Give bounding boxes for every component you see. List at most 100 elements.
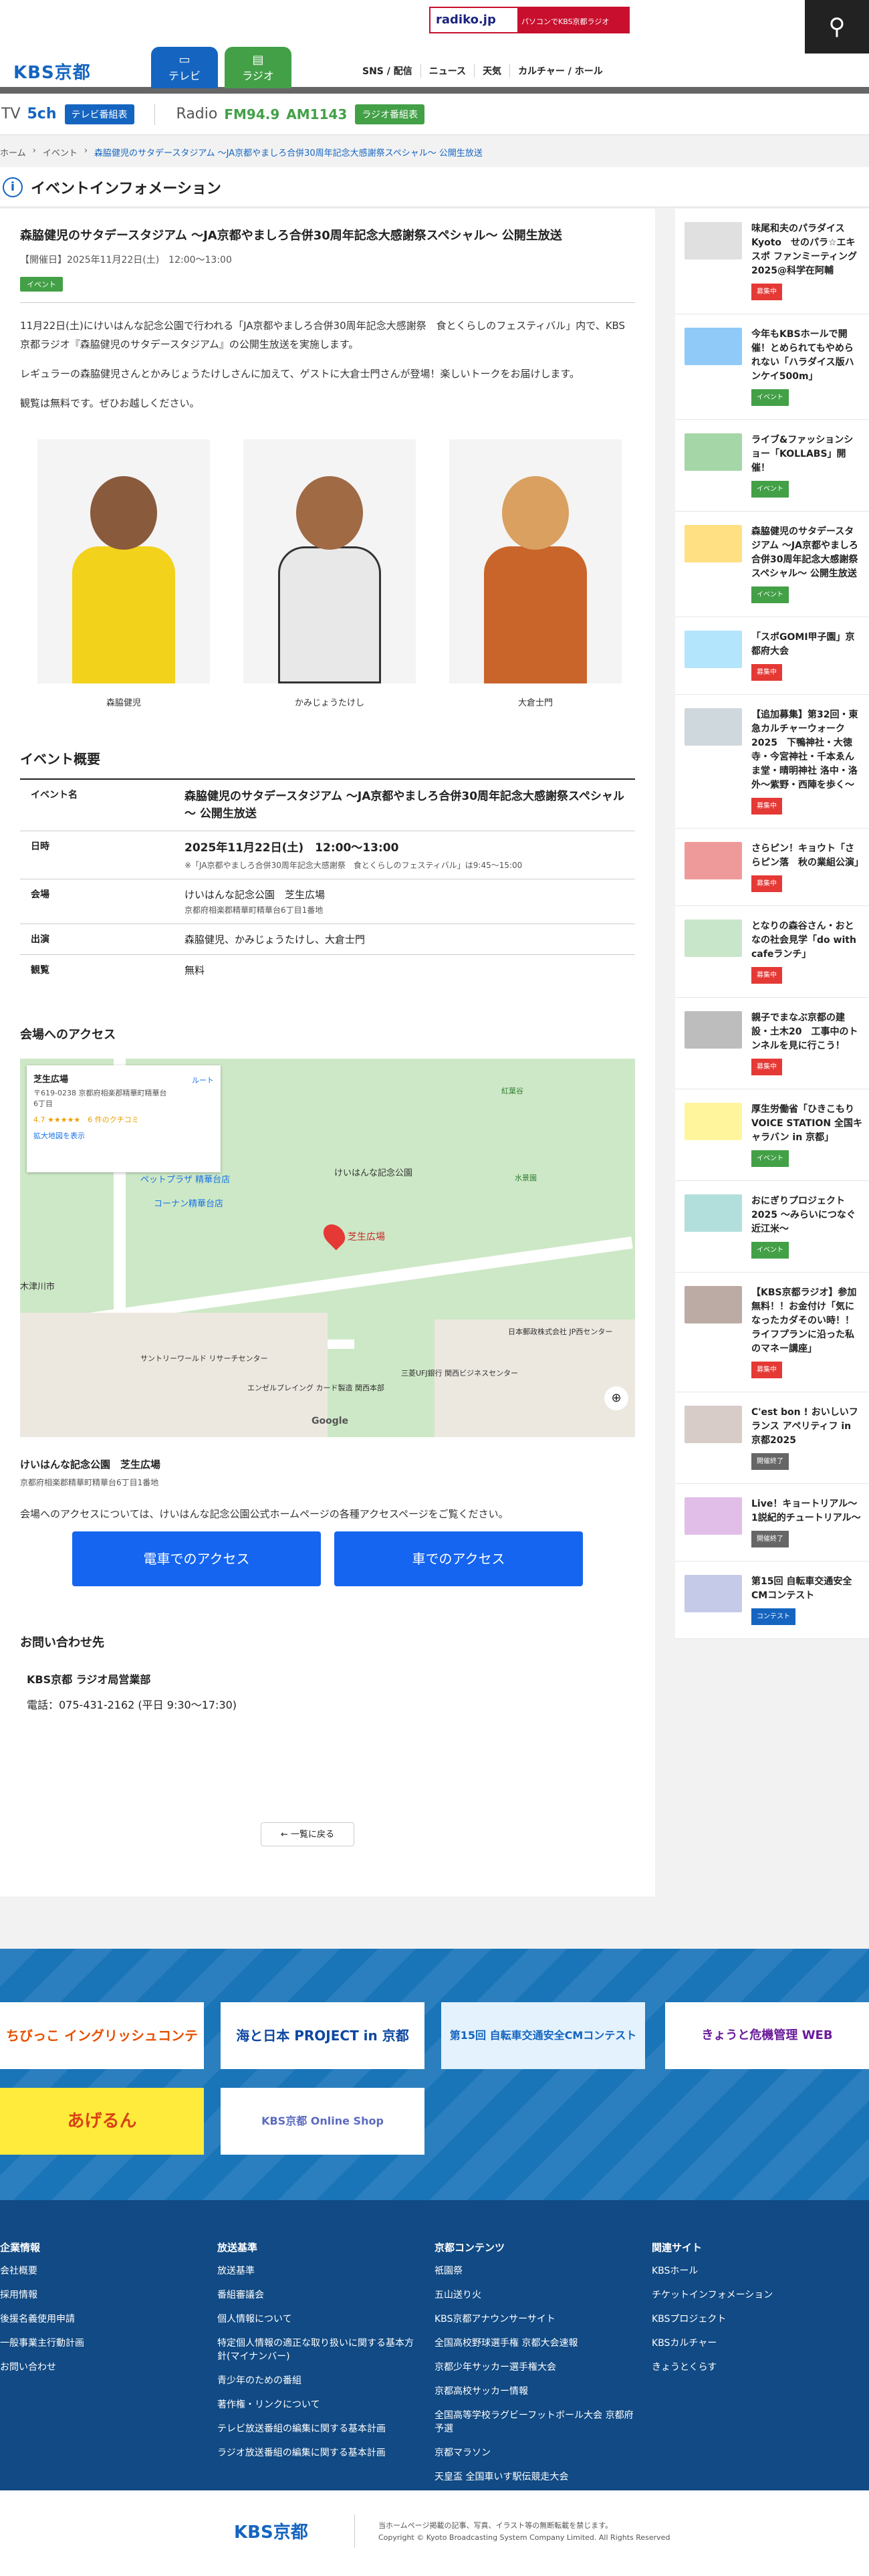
footer-bottom: KBS京都 当ホームページ掲載の記事、写真、イラスト等の無断転載を禁じます。 Co… — [0, 2490, 869, 2576]
sidebar-item[interactable]: 【KBS京都ラジオ】参加無料！！お金付け「気になったカダそのい時！！ライフプラン… — [675, 1273, 869, 1392]
sidebar-item-text: C'est bon ! おいしいフランス アペリティフ in 京都2025 開催終… — [751, 1406, 862, 1470]
footer-link[interactable]: 会社概要 — [0, 2264, 201, 2277]
sidebar-thumbnail — [685, 525, 742, 562]
sidebar-item-title: 「スポGOMI甲子園」京都府大会 — [751, 632, 855, 657]
radio-label: Radio — [176, 106, 218, 122]
map-route-button[interactable]: ルート — [192, 1075, 214, 1085]
footer-link[interactable]: きょうとくらす — [652, 2360, 852, 2373]
row-note: ※「JA京都やましろ合併30周年記念大感謝祭 食とくらしのフェスティバル」は9:… — [184, 861, 523, 870]
access-buttons: 電車でのアクセス 車でのアクセス — [20, 1531, 635, 1586]
row-value: 森脇健児のサタデースタジアム ～JA京都やましろ合併30周年記念大感謝祭スペシャ… — [184, 790, 624, 821]
footer-link[interactable]: 天皇盃 全国車いす駅伝競走大会 — [434, 2470, 635, 2483]
nav-news[interactable]: ニュース — [420, 64, 474, 78]
article-paragraph: 11月22日(土)にけいはんな記念公園で行われる「JA京都やましろ合併30周年記… — [20, 320, 626, 350]
footer-link[interactable]: 五山送り火 — [434, 2288, 635, 2301]
footer-link[interactable]: 後援名義使用申請 — [0, 2312, 201, 2325]
footer-link[interactable]: 全国高等学校ラグビーフットボール大会 京都府予選 — [434, 2408, 635, 2435]
radio-guide-button[interactable]: ラジオ番組表 — [355, 104, 425, 124]
map-larger-link[interactable]: 拡大地図を表示 — [33, 1130, 214, 1141]
sidebar-thumbnail — [685, 708, 742, 746]
sidebar-item[interactable]: 今年もKBSホールで開催！とめられてもやめられない「ハラダイス版ハンケイ500m… — [675, 314, 869, 420]
banner-cm-contest[interactable]: 第15回 自転車交通安全CMコンテスト — [441, 2002, 645, 2069]
radiko-banner[interactable]: radiko.jp パソコンでKBS京都ラジオ — [429, 7, 630, 33]
sidebar-item[interactable]: 【追加募集】第32回・東急カルチャーウォーク2025 下鴨神社・大徳寺・今宮神社… — [675, 695, 869, 829]
footer-link[interactable]: KBSカルチャー — [652, 2336, 852, 2349]
sidebar-thumbnail — [685, 1406, 742, 1443]
breadcrumb-event[interactable]: イベント — [43, 146, 78, 167]
sidebar-item[interactable]: さらピン！キョウト「さらピン落 秋の業組公演」 募集中 — [675, 829, 869, 906]
footer-link[interactable]: お問い合わせ — [0, 2360, 201, 2373]
sidebar-item[interactable]: Live！キョートリアル～1説紀的チュートリアル～ 開催終了 — [675, 1484, 869, 1562]
map-pin-icon[interactable] — [319, 1220, 350, 1251]
banner-online-shop[interactable]: KBS京都 Online Shop — [221, 2088, 424, 2155]
footer-link[interactable]: 青少年のための番組 — [217, 2373, 418, 2387]
sidebar-item[interactable]: ライブ&ファッションショー「KOLLABS」開催！ イベント — [675, 420, 869, 512]
sidebar-item-badge: イベント — [751, 481, 789, 498]
sidebar-item[interactable]: 親子でまなぶ京都の建設・土木20 工事中のトンネルを見に行こう！ 募集中 — [675, 998, 869, 1089]
cast-image — [37, 439, 210, 683]
sidebar-item[interactable]: 第15回 自転車交通安全CMコンテスト コンテスト — [675, 1562, 869, 1639]
sidebar-item-title: さらピン！キョウト「さらピン落 秋の業組公演」 — [751, 843, 864, 868]
tv-guide-button[interactable]: テレビ番組表 — [64, 104, 134, 124]
footer-column: 放送基準 放送基準 番組審議会 個人情報について 特定個人情報の適正な取り扱いに関する基… — [217, 2240, 418, 2470]
footer-link[interactable]: 個人情報について — [217, 2312, 418, 2325]
site-logo[interactable]: KBS京都 — [13, 59, 91, 84]
footer-link[interactable]: KBSホール — [652, 2264, 852, 2277]
row-key: 出演 — [20, 924, 174, 955]
map-label: 紅葉谷 — [501, 1087, 523, 1095]
radiko-logo: radiko.jp — [430, 8, 517, 32]
banner-area: ちびっこ イングリッシュコンテスト 海と日本 PROJECT in 京都 第15… — [0, 1949, 869, 2200]
tab-tv[interactable]: ▭ テレビ — [151, 47, 218, 88]
footer-note: 当ホームページ掲載の記事、写真、イラスト等の無断転載を禁じます。 — [378, 2521, 613, 2530]
banner-umi-project[interactable]: 海と日本 PROJECT in 京都 — [221, 2002, 424, 2069]
footer-link[interactable]: 放送基準 — [217, 2264, 418, 2277]
category-badge[interactable]: イベント — [20, 277, 63, 292]
banner-crisis-web[interactable]: きょうと危機管理 WEB — [665, 2002, 869, 2069]
map-label: けいはんな記念公園 — [334, 1168, 413, 1178]
map[interactable]: 芝生広場 〒619-0238 京都府相楽郡精華町精華台6丁目 4.7 ★★★★★… — [20, 1059, 635, 1437]
tab-radio[interactable]: ▤ ラジオ — [225, 47, 291, 88]
back-to-list-button[interactable]: ← 一覧に戻る — [261, 1822, 354, 1846]
footer-link[interactable]: 一般事業主行動計画 — [0, 2336, 201, 2349]
footer-link[interactable]: 京都高校サッカー情報 — [434, 2384, 635, 2397]
sidebar-thumbnail — [685, 920, 742, 957]
train-access-button[interactable]: 電車でのアクセス — [72, 1531, 321, 1586]
sidebar-item[interactable]: 森脇健児のサタデースタジアム ～JA京都やましろ合併30周年記念大感謝祭スペシャ… — [675, 512, 869, 617]
cast-caption: 大倉士門 — [517, 698, 553, 708]
footer-link[interactable]: 全国高校野球選手権 京都大会速報 — [434, 2336, 635, 2349]
section-title-text: イベントインフォメーション — [31, 180, 221, 197]
sidebar-item[interactable]: となりの森谷さん・おとなの社会見学「do with cafeランチ」 募集中 — [675, 906, 869, 998]
sidebar-thumbnail — [685, 1286, 742, 1323]
sidebar-item[interactable]: 味尾和夫のパラダイスKyoto せのパラ☆エキスポ ファンミーティング2025@… — [675, 209, 869, 314]
footer-link[interactable]: 番組審議会 — [217, 2288, 418, 2301]
sidebar-item[interactable]: C'est bon ! おいしいフランス アペリティフ in 京都2025 開催終… — [675, 1392, 869, 1484]
map-address: 〒619-0238 京都府相楽郡精華町精華台6丁目 — [33, 1089, 167, 1108]
car-access-button[interactable]: 車でのアクセス — [334, 1531, 583, 1586]
footer-link[interactable]: チケットインフォメーション — [652, 2288, 852, 2301]
sidebar-item-badge: 募集中 — [751, 664, 782, 681]
nav-culture[interactable]: カルチャー / ホール — [509, 64, 611, 78]
breadcrumb-home[interactable]: ホーム — [0, 146, 26, 167]
footer-link[interactable]: ラジオ放送番組の編集に関する基本計画 — [217, 2446, 418, 2459]
footer-link[interactable]: 京都マラソン — [434, 2446, 635, 2459]
footer-link[interactable]: KBSプロジェクト — [652, 2312, 852, 2325]
footer-link[interactable]: 採用情報 — [0, 2288, 201, 2301]
footer-link[interactable]: 著作権・リンクについて — [217, 2397, 418, 2411]
sidebar-item[interactable]: 厚生労働省「ひきこもり VOICE STATION 全国キャラバン in 京都」… — [675, 1089, 869, 1181]
footer-logo[interactable]: KBS京都 — [234, 2518, 308, 2543]
sidebar-item[interactable]: 「スポGOMI甲子園」京都府大会募集中 — [675, 617, 869, 695]
sidebar-item-badge: イベント — [751, 389, 789, 406]
footer-link[interactable]: 京都少年サッカー選手権大会 — [434, 2360, 635, 2373]
sidebar-item[interactable]: おにぎりプロジェクト2025 ～みらいにつなぐ近江米～ イベント — [675, 1181, 869, 1273]
banner-agerun[interactable]: あげるん — [0, 2088, 204, 2155]
cast-photo: かみじょうたけし — [243, 439, 416, 708]
nav-weather[interactable]: 天気 — [474, 64, 509, 78]
banner-english-contest[interactable]: ちびっこ イングリッシュコンテスト — [0, 2002, 204, 2111]
nav-sns[interactable]: SNS / 配信 — [354, 64, 420, 78]
search-button[interactable]: ⚲ — [805, 0, 869, 53]
footer-link[interactable]: 祇園祭 — [434, 2264, 635, 2277]
footer-link[interactable]: テレビ放送番組の編集に関する基本計画 — [217, 2422, 418, 2435]
map-locate-icon[interactable]: ⊕ — [604, 1386, 628, 1410]
footer-link[interactable]: 特定個人情報の適正な取り扱いに関する基本方針(マイナンバー) — [217, 2336, 418, 2363]
footer-link[interactable]: KBS京都アナウンサーサイト — [434, 2312, 635, 2325]
